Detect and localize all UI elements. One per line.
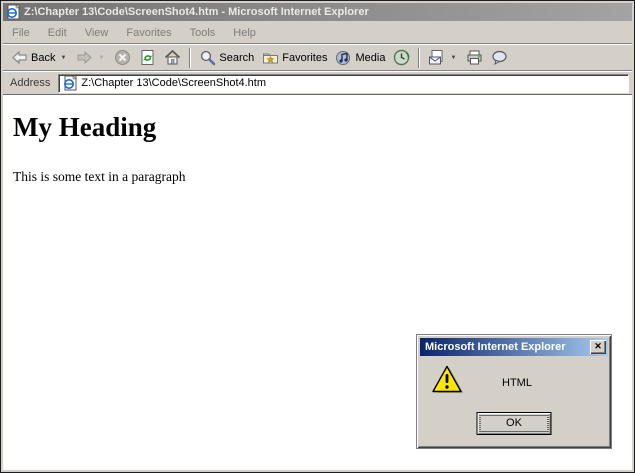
media-label: Media xyxy=(355,52,385,64)
dialog-message: HTML xyxy=(502,377,532,389)
window-titlebar[interactable]: Z:\Chapter 13\Code\ScreenShot4.htm - Mic… xyxy=(3,3,632,21)
ok-button[interactable]: OK xyxy=(477,412,552,435)
menubar: File Edit View Favorites Tools Help xyxy=(3,22,632,44)
toolbar-separator xyxy=(189,48,191,68)
mail-icon xyxy=(428,49,445,66)
refresh-icon xyxy=(139,49,156,66)
window-title: Z:\Chapter 13\Code\ScreenShot4.htm - Mic… xyxy=(24,6,369,18)
menu-view[interactable]: View xyxy=(76,24,118,42)
mail-dropdown-caret-icon[interactable]: ▼ xyxy=(448,55,458,61)
address-input[interactable] xyxy=(81,76,625,91)
stop-icon xyxy=(114,49,131,66)
home-icon xyxy=(164,49,181,66)
history-button[interactable] xyxy=(389,47,414,68)
dialog-titlebar[interactable]: Microsoft Internet Explorer ✕ xyxy=(420,338,608,356)
media-icon xyxy=(335,49,352,66)
alert-dialog: Microsoft Internet Explorer ✕ HTML OK xyxy=(416,334,612,449)
menu-edit[interactable]: Edit xyxy=(39,24,76,42)
forward-button[interactable]: ▼ xyxy=(72,47,110,68)
toolbar: Back ▼ ▼ xyxy=(3,44,632,71)
browser-window: Z:\Chapter 13\Code\ScreenShot4.htm - Mic… xyxy=(0,0,635,473)
ie-document-icon xyxy=(5,4,21,20)
warning-icon xyxy=(431,365,465,397)
menu-tools[interactable]: Tools xyxy=(181,24,225,42)
close-icon[interactable]: ✕ xyxy=(590,340,606,354)
page-heading: My Heading xyxy=(13,112,632,143)
discuss-button[interactable] xyxy=(487,47,512,68)
favorites-folder-icon xyxy=(262,49,279,66)
dialog-body: HTML OK xyxy=(417,356,611,447)
addressbar: Address xyxy=(3,71,632,94)
refresh-button[interactable] xyxy=(135,47,160,68)
forward-arrow-icon xyxy=(76,49,93,66)
forward-dropdown-caret-icon[interactable]: ▼ xyxy=(96,55,106,61)
discuss-bubble-icon xyxy=(491,49,508,66)
search-label: Search xyxy=(219,52,254,64)
back-arrow-icon xyxy=(11,49,28,66)
address-page-icon xyxy=(62,75,78,91)
mail-button[interactable]: ▼ xyxy=(424,47,462,68)
home-button[interactable] xyxy=(160,47,185,68)
search-button[interactable]: Search xyxy=(195,47,258,68)
stop-button[interactable] xyxy=(110,47,135,68)
print-icon xyxy=(466,49,483,66)
menu-favorites[interactable]: Favorites xyxy=(117,24,180,42)
print-button[interactable] xyxy=(462,47,487,68)
dialog-title: Microsoft Internet Explorer xyxy=(425,341,566,353)
toolbar-separator xyxy=(418,48,420,68)
address-input-container xyxy=(58,74,629,93)
media-button[interactable]: Media xyxy=(331,47,389,68)
favorites-button[interactable]: Favorites xyxy=(258,47,331,68)
back-button[interactable]: Back ▼ xyxy=(7,47,72,68)
history-clock-icon xyxy=(393,49,410,66)
address-label: Address xyxy=(6,77,54,89)
menu-file[interactable]: File xyxy=(3,24,39,42)
page-paragraph: This is some text in a paragraph xyxy=(13,169,632,185)
menu-help[interactable]: Help xyxy=(224,24,265,42)
back-label: Back xyxy=(31,52,55,64)
search-icon xyxy=(199,49,216,66)
favorites-label: Favorites xyxy=(282,52,327,64)
back-dropdown-caret-icon[interactable]: ▼ xyxy=(58,55,68,61)
